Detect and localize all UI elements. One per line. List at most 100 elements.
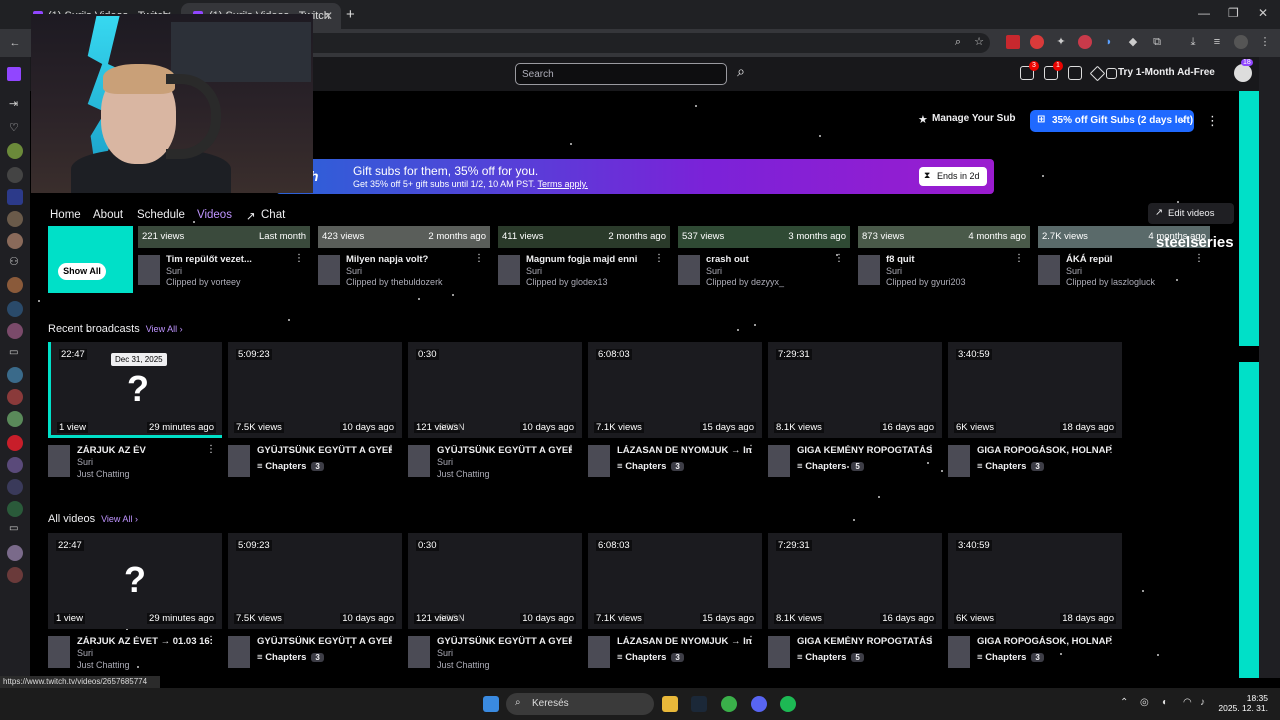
user-avatar[interactable] <box>1234 64 1252 82</box>
video-title[interactable]: LÁZASAN DE NYOMJUK → In... <box>617 445 752 456</box>
channel-avatar[interactable] <box>498 255 520 285</box>
video-card[interactable]: 6:08:03 7.1K views 15 days ago LÁZASAN DE N… <box>588 342 762 482</box>
search-input[interactable]: Search <box>515 63 727 85</box>
whispers-icon[interactable] <box>1068 66 1082 80</box>
video-card[interactable]: ? 22:47 1 view 29 minutes ago ZÁRJUK AZ ÉVET… <box>48 533 222 673</box>
close-window-icon[interactable]: ✕ <box>1258 6 1268 20</box>
channel-avatar[interactable] <box>1038 255 1060 285</box>
clip-title[interactable]: Tim repülőt vezet... <box>166 254 252 265</box>
chapters-button[interactable]: ≡ Chapters 3 <box>977 652 1044 663</box>
taskbar-search[interactable]: ⌕ Keresés <box>506 693 654 715</box>
channel-avatar[interactable] <box>228 636 250 668</box>
channel-avatar[interactable] <box>7 389 23 405</box>
profile-icon[interactable] <box>1234 35 1248 49</box>
tab-chat[interactable]: Chat <box>261 209 285 221</box>
video-thumbnail[interactable]: SOON0:30121 views10 days ago <box>408 342 582 438</box>
more-options-icon[interactable]: ⋮ <box>566 444 576 455</box>
video-thumbnail[interactable]: 3:40:59 6K views 18 days ago <box>948 342 1122 438</box>
chrome-menu-icon[interactable]: ⋮ <box>1258 35 1272 49</box>
more-options-icon[interactable]: ⋮ <box>834 253 844 264</box>
chapters-button[interactable]: ≡ Chapters 3 <box>617 652 684 663</box>
spotify-icon[interactable] <box>780 696 796 712</box>
video-title[interactable]: GIGA ROPOGÁSOK, HOLNAP K... <box>977 636 1112 647</box>
chrome-icon[interactable] <box>721 696 737 712</box>
video-thumbnail[interactable]: 3:40:59 6K views 18 days ago <box>948 533 1122 629</box>
tab-about[interactable]: About <box>93 209 123 221</box>
video-thumbnail[interactable]: 7:29:31 8.1K views 16 days ago <box>768 533 942 629</box>
people-icon[interactable]: ⚇ <box>9 255 19 268</box>
clip-thumbnail[interactable]: 411 views 2 months ago <box>498 226 670 248</box>
chapters-button[interactable]: ≡ Chapters 5 <box>797 652 864 663</box>
edit-videos-button[interactable]: ↗ Edit videos <box>1148 203 1234 224</box>
heart-icon[interactable]: ♡ <box>9 121 19 134</box>
channel-name[interactable]: Suri <box>437 457 453 467</box>
channel-name[interactable]: Suri <box>526 266 542 276</box>
channel-avatar[interactable] <box>318 255 340 285</box>
video-title[interactable]: GIGA KEMÉNY ROPOGTATÁS... <box>797 445 932 456</box>
extensions-puzzle-icon[interactable]: ⧉ <box>1150 35 1164 49</box>
video-title[interactable]: GIGA ROPOGÁSOK, HOLNAP K... <box>977 445 1112 456</box>
download-icon[interactable]: ⤓ <box>1186 35 1200 49</box>
channel-avatar[interactable] <box>948 445 970 477</box>
video-thumbnail[interactable]: 6:08:03 7.1K views 15 days ago <box>588 533 762 629</box>
channel-avatar[interactable] <box>7 367 23 383</box>
video-title[interactable]: GYŰJTSÜNK EGYÜTT A GYER... <box>257 636 392 647</box>
extension-icon[interactable]: ◗ <box>1102 35 1116 49</box>
more-options-icon[interactable]: ⋮ <box>654 253 664 264</box>
channel-avatar[interactable] <box>588 636 610 668</box>
expand-sidebar-icon[interactable]: ⇥ <box>9 97 18 110</box>
chevron-up-icon[interactable]: ⌃ <box>1120 697 1128 708</box>
more-options-icon[interactable]: ⋮ <box>474 253 484 264</box>
tab-home[interactable]: Home <box>50 209 81 221</box>
terms-link[interactable]: Terms apply. <box>538 179 588 189</box>
clip-thumbnail[interactable]: 423 views 2 months ago <box>318 226 490 248</box>
video-thumbnail[interactable]: ? 22:47 1 view 29 minutes ago <box>48 533 222 629</box>
clip-title[interactable]: f8 quit <box>886 254 915 265</box>
twitch-logo-icon[interactable] <box>7 67 21 81</box>
more-options-icon[interactable]: ⋮ <box>566 635 576 646</box>
extension-icon[interactable] <box>1006 35 1020 49</box>
video-title[interactable]: LÁZASAN DE NYOMJUK → In... <box>617 636 752 647</box>
more-options-icon[interactable]: ⋮ <box>386 635 396 646</box>
video-card[interactable]: SOON0:30121 views10 days ago GYŰJTSÜNK EG… <box>408 342 582 482</box>
extension-icon[interactable]: ✦ <box>1054 35 1068 49</box>
extension-icon[interactable] <box>1078 35 1092 49</box>
channel-avatar[interactable] <box>7 457 23 473</box>
channel-avatar[interactable] <box>7 301 23 317</box>
video-title[interactable]: GYŰJTSÜNK EGYÜTT A GYER... <box>437 445 572 456</box>
more-options-icon[interactable]: ⋮ <box>1194 253 1204 264</box>
channel-avatar[interactable] <box>7 479 23 495</box>
channel-avatar[interactable] <box>138 255 160 285</box>
category-link[interactable]: Just Chatting <box>77 469 130 479</box>
more-options-icon[interactable]: ⋮ <box>926 635 936 646</box>
tab-search-icon[interactable]: ≡ <box>1210 35 1224 49</box>
video-title[interactable]: GIGA KEMÉNY ROPOGTATÁS... <box>797 636 932 647</box>
view-all-link[interactable]: View All › <box>101 514 138 524</box>
clip-card[interactable]: 537 views 3 months ago crash out Suri Clippe… <box>678 226 850 296</box>
clip-thumbnail[interactable]: 221 views Last month <box>138 226 310 248</box>
steam-icon[interactable] <box>691 696 707 712</box>
video-card[interactable]: 5:09:23 7.5K views 10 days ago GYŰJTSÜNK EG… <box>228 342 402 482</box>
file-explorer-icon[interactable] <box>662 696 678 712</box>
more-options-icon[interactable]: ⋮ <box>1014 253 1024 264</box>
back-icon[interactable]: ← <box>8 36 22 50</box>
clip-title[interactable]: Milyen napja volt? <box>346 254 428 265</box>
channel-avatar[interactable] <box>768 445 790 477</box>
chapters-button[interactable]: ≡ Chapters 3 <box>977 461 1044 472</box>
clip-card[interactable]: 423 views 2 months ago Milyen napja volt? S… <box>318 226 490 296</box>
video-icon[interactable]: ▭ <box>9 347 18 358</box>
channel-avatar[interactable] <box>7 435 23 451</box>
more-options-icon[interactable]: ⋮ <box>746 635 756 646</box>
discord-icon[interactable] <box>751 696 767 712</box>
chapters-button[interactable]: ≡ Chapters 3 <box>257 461 324 472</box>
channel-name[interactable]: Suri <box>166 266 182 276</box>
channel-name[interactable]: Suri <box>1066 266 1082 276</box>
channel-avatar[interactable] <box>858 255 880 285</box>
video-thumbnail[interactable]: SOON0:30121 views10 days ago <box>408 533 582 629</box>
video-title[interactable]: ZÁRJUK AZ ÉVET → 01.03 16:... <box>77 636 212 647</box>
clip-card[interactable]: 411 views 2 months ago Magnum fogja majd e… <box>498 226 670 296</box>
tray-icon[interactable]: ◎ <box>1140 697 1149 708</box>
video-card[interactable]: 3:40:59 6K views 18 days ago GIGA ROPOGÁSOK… <box>948 533 1122 673</box>
channel-avatar[interactable] <box>408 445 430 477</box>
view-all-link[interactable]: View All › <box>146 324 183 334</box>
